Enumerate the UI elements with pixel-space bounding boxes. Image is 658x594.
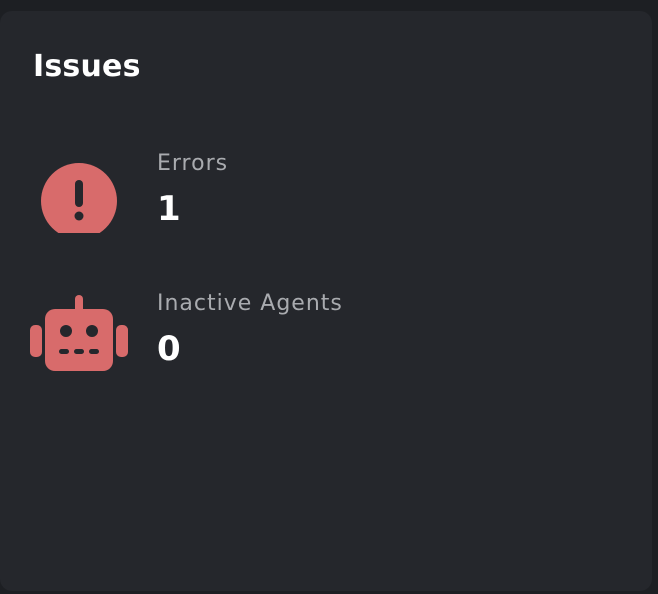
inactive-agents-metric: Inactive Agents 0 [0, 291, 652, 391]
robot-icon [30, 293, 128, 373]
metric-label-inactive-agents: Inactive Agents [157, 291, 343, 316]
errors-metric: Errors 1 [0, 151, 652, 251]
card-title: Issues [33, 49, 141, 84]
issues-card: Issues Errors 1 Inactive Agents 0 [0, 11, 652, 591]
metric-value-inactive-agents: 0 [157, 329, 181, 369]
error-exclamation-icon [30, 153, 128, 239]
metric-label-errors: Errors [157, 151, 229, 176]
metric-value-errors: 1 [157, 189, 181, 229]
